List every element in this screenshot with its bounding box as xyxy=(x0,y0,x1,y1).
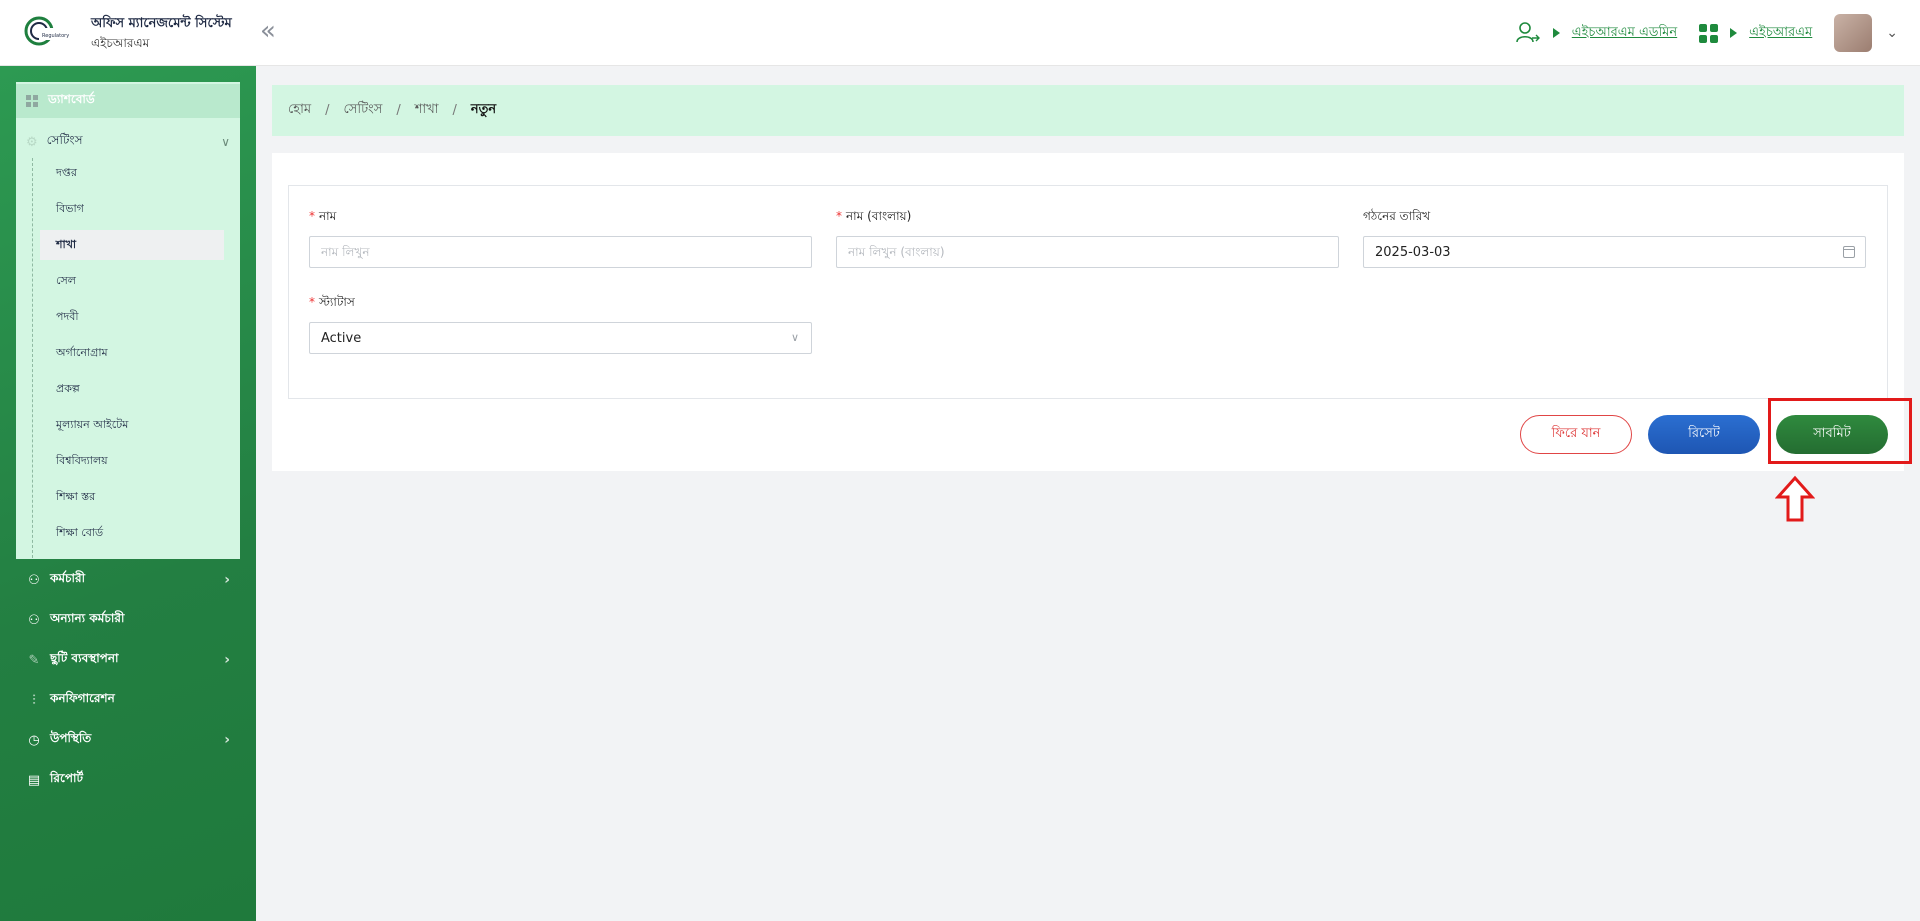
sidebar-item-label: সেটিংস xyxy=(46,133,83,147)
gear-icon: ⚙ xyxy=(26,134,38,150)
chevron-right-icon: › xyxy=(224,732,230,748)
logo-icon: Regulatory xyxy=(24,16,72,46)
required-mark: * xyxy=(836,209,842,223)
module-link[interactable]: এইচআরএম xyxy=(1749,23,1812,44)
sidebar-subitem-evaluation-item[interactable]: মূল্যায়ন আইটেম xyxy=(40,410,224,440)
calendar-icon xyxy=(1843,246,1855,258)
sidebar-subitem-department[interactable]: বিভাগ xyxy=(40,194,224,224)
name-bn-input[interactable] xyxy=(836,236,1339,268)
apps-grid-icon[interactable] xyxy=(1699,23,1719,43)
sidebar-item-configuration[interactable]: ⫶ কনফিগারেশন xyxy=(16,682,240,718)
sidebar-subitem-branch[interactable]: শাখা xyxy=(40,230,224,260)
breadcrumb-home[interactable]: হোম xyxy=(288,100,311,121)
leaf-icon: ✎ xyxy=(28,652,40,668)
avatar[interactable] xyxy=(1834,14,1873,52)
role-link[interactable]: এইচআরএম এডমিন xyxy=(1572,23,1677,44)
submit-highlight-box xyxy=(1768,398,1912,464)
breadcrumb-separator: / xyxy=(452,103,457,118)
name-label-text: নাম xyxy=(319,209,337,223)
sidebar-subitem-project[interactable]: প্রকল্প xyxy=(40,374,224,404)
sidebar-item-label: ড্যাশবোর্ড xyxy=(48,92,95,106)
svg-text:Regulatory: Regulatory xyxy=(42,33,69,39)
sliders-icon: ⫶ xyxy=(32,692,36,708)
name-bn-label-text: নাম (বাংলায়) xyxy=(846,209,912,223)
chevron-right-icon: › xyxy=(224,572,230,588)
collapse-sidebar-icon[interactable]: « xyxy=(260,18,276,44)
breadcrumb: হোম / সেটিংস / শাখা / নতুন xyxy=(272,85,1904,136)
caret-right-icon xyxy=(1552,28,1560,38)
name-bn-label: * নাম (বাংলায়) xyxy=(836,208,911,228)
sidebar-subitem-office[interactable]: দপ্তর xyxy=(40,158,224,188)
chevron-down-icon: ∨ xyxy=(790,331,799,344)
sidebar-item-label: উপস্থিতি xyxy=(50,731,92,745)
name-input[interactable] xyxy=(309,236,812,268)
chevron-down-icon: ∨ xyxy=(221,135,230,149)
breadcrumb-separator: / xyxy=(325,103,330,118)
date-picker[interactable]: 2025-03-03 xyxy=(1363,236,1866,268)
chevron-down-icon[interactable]: ⌄ xyxy=(1886,25,1898,41)
caret-right-icon xyxy=(1730,28,1738,38)
breadcrumb-current: নতুন xyxy=(470,102,497,117)
sidebar-item-dashboard[interactable]: ড্যাশবোর্ড xyxy=(16,84,240,118)
status-label-text: স্ট্যাটাস xyxy=(319,295,355,309)
status-select[interactable]: Active ∨ xyxy=(309,322,812,354)
required-mark: * xyxy=(309,295,315,309)
document-icon: ▤ xyxy=(27,772,41,788)
switch-user-icon[interactable] xyxy=(1515,20,1541,46)
breadcrumb-settings[interactable]: সেটিংস xyxy=(343,100,382,121)
chevron-right-icon: › xyxy=(224,652,230,668)
sidebar-subitem-organogram[interactable]: অর্গানোগ্রাম xyxy=(40,338,224,368)
sidebar-subitem-education-level[interactable]: শিক্ষা স্তর xyxy=(40,482,224,512)
user-icon: ⚇ xyxy=(28,612,40,628)
reset-button[interactable]: রিসেট xyxy=(1648,415,1760,454)
up-arrow-icon xyxy=(1775,475,1815,522)
app-subtitle: এইচআরএম xyxy=(91,36,150,50)
back-button[interactable]: ফিরে যান xyxy=(1520,415,1632,454)
sidebar-item-label: কর্মচারী xyxy=(50,571,86,585)
form-fields-box: * নাম * নাম (বাংলায়) গঠনের তারিখ 2025-03-… xyxy=(288,185,1888,399)
sidebar-item-employee[interactable]: ⚇ কর্মচারী › xyxy=(16,562,240,598)
sidebar-item-other-employee[interactable]: ⚇ অন্যান্য কর্মচারী xyxy=(16,602,240,638)
sidebar-item-settings[interactable]: ⚙ সেটিংস ∨ xyxy=(16,126,240,158)
sidebar-item-leave-management[interactable]: ✎ ছুটি ব্যবস্থাপনা › xyxy=(16,642,240,678)
breadcrumb-separator: / xyxy=(396,103,401,118)
sidebar-subitem-education-board[interactable]: শিক্ষা বোর্ড xyxy=(40,518,224,548)
required-mark: * xyxy=(309,209,315,223)
status-label: * স্ট্যাটাস xyxy=(309,294,355,314)
date-value: 2025-03-03 xyxy=(1375,244,1451,260)
sidebar-item-label: অন্যান্য কর্মচারী xyxy=(50,611,125,625)
sidebar: ড্যাশবোর্ড ⚙ সেটিংস ∨ দপ্তর বিভাগ শাখা স… xyxy=(0,66,256,921)
app-title: অফিস ম্যানেজমেন্ট সিস্টেম xyxy=(91,16,232,31)
dashboard-icon xyxy=(26,95,38,107)
sidebar-subitem-cell[interactable]: সেল xyxy=(40,266,224,296)
header-right: এইচআরএম এডমিন এইচআরএম ⌄ xyxy=(1515,14,1898,52)
sidebar-item-label: ছুটি ব্যবস্থাপনা xyxy=(50,651,119,665)
sidebar-subitem-designation[interactable]: পদবী xyxy=(40,302,224,332)
sidebar-subitem-university[interactable]: বিশ্ববিদ্যালয় xyxy=(40,446,224,476)
form-card: * নাম * নাম (বাংলায়) গঠনের তারিখ 2025-03-… xyxy=(272,153,1904,471)
sidebar-item-label: রিপোর্ট xyxy=(50,771,84,785)
breadcrumb-branch[interactable]: শাখা xyxy=(415,100,439,121)
user-icon: ⚇ xyxy=(28,572,40,588)
name-label: * নাম xyxy=(309,208,336,228)
top-header: Regulatory অফিস ম্যানেজমেন্ট সিস্টেম এইচ… xyxy=(0,0,1920,66)
status-value: Active xyxy=(321,330,362,346)
clock-icon: ◷ xyxy=(28,732,40,748)
date-label: গঠনের তারিখ xyxy=(1363,209,1431,223)
sidebar-item-attendance[interactable]: ◷ উপস্থিতি › xyxy=(16,722,240,758)
sidebar-item-label: কনফিগারেশন xyxy=(50,691,115,705)
sidebar-item-report[interactable]: ▤ রিপোর্ট xyxy=(16,762,240,798)
tree-guide-line xyxy=(32,158,33,558)
